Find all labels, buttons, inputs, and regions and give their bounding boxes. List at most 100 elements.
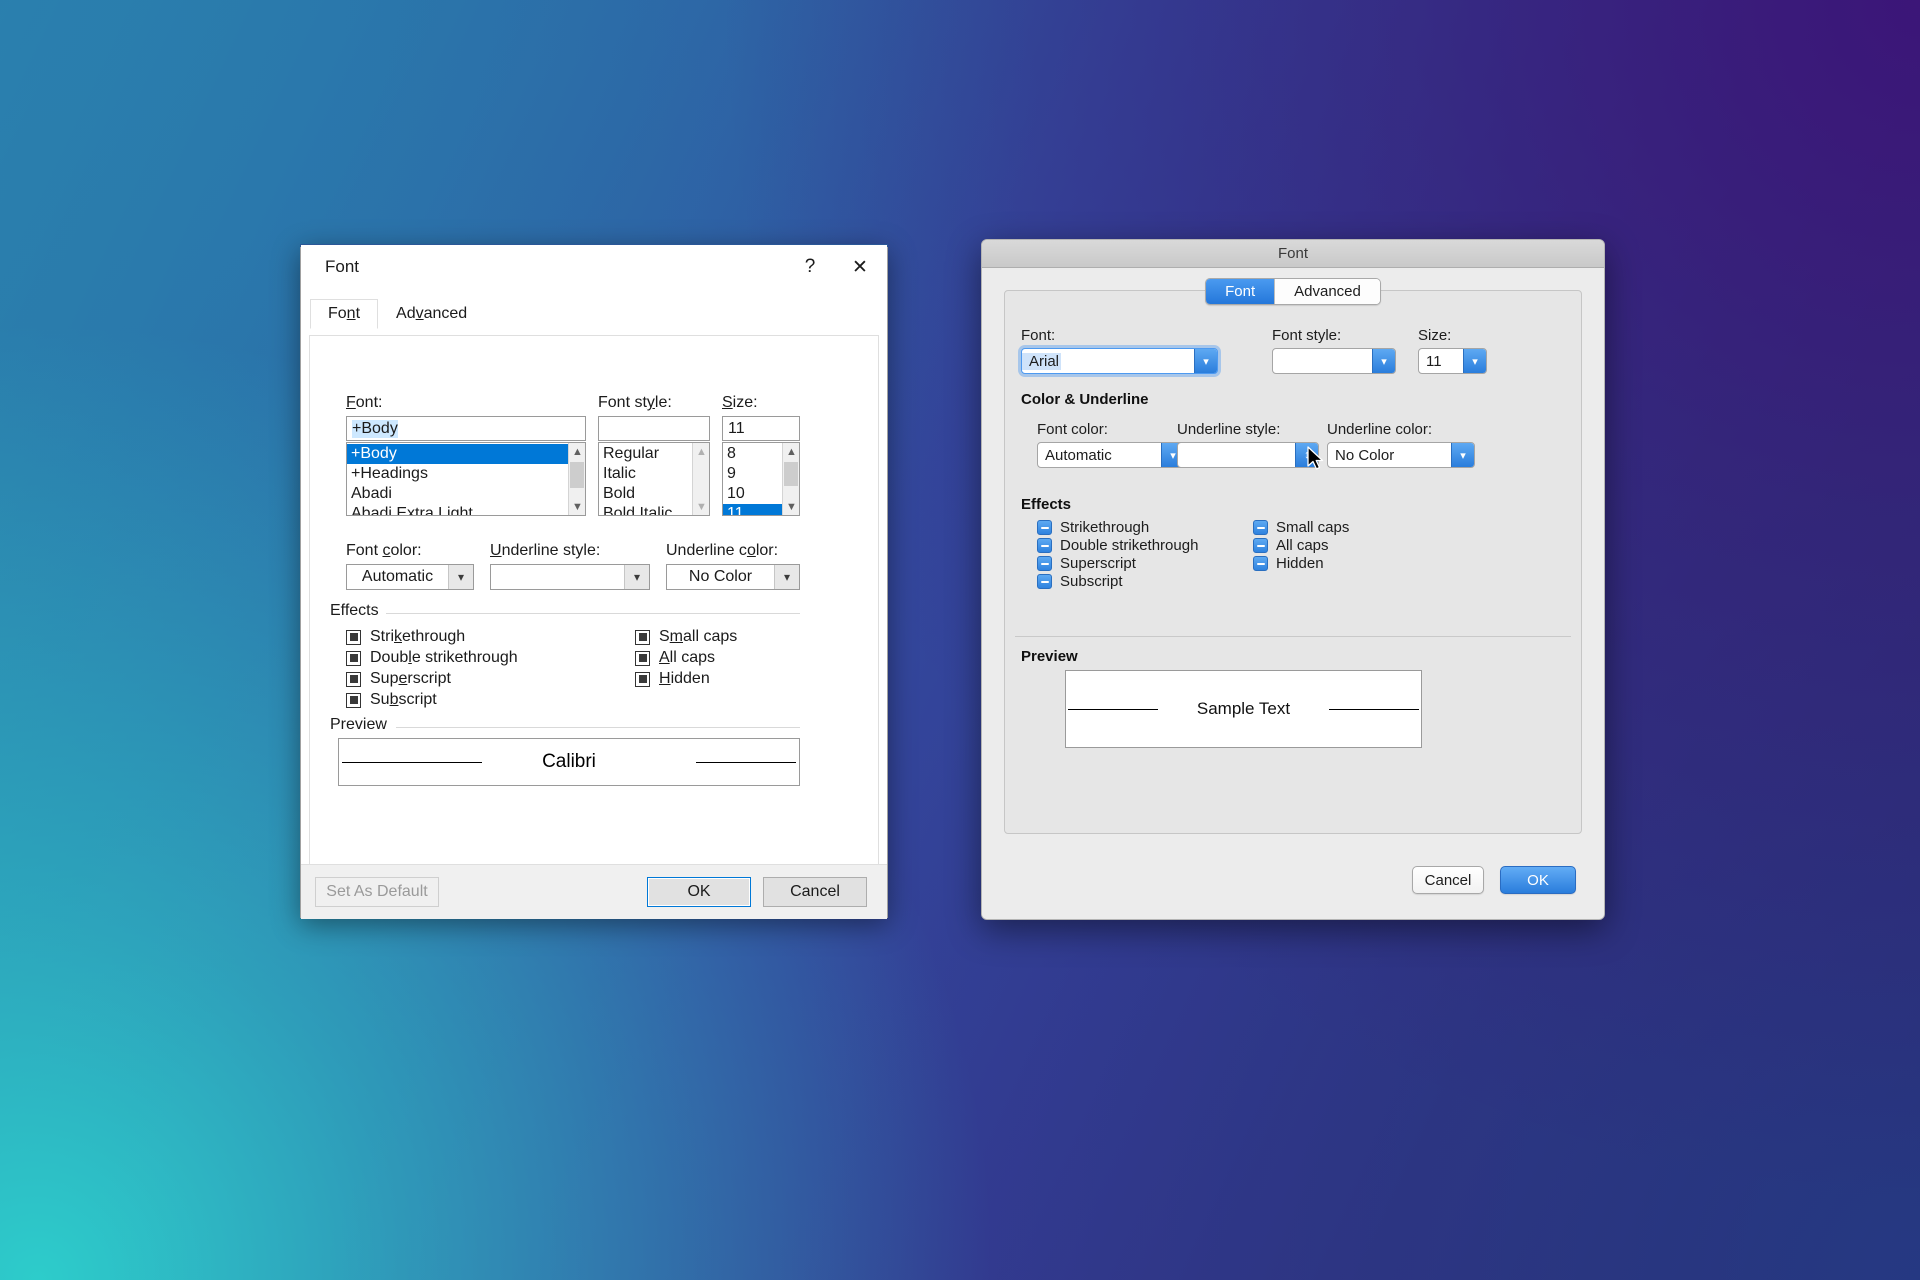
font-style-combo[interactable]: ▾ — [1272, 348, 1396, 374]
cancel-button[interactable]: Cancel — [1412, 866, 1484, 894]
checkbox-strikethrough[interactable]: Strikethrough — [346, 628, 465, 646]
checkbox-all-caps[interactable]: All caps — [1253, 537, 1329, 554]
scroll-up-icon[interactable]: ▲ — [693, 443, 709, 460]
set-as-default-button[interactable]: Set As Default — [315, 877, 439, 907]
scroll-down-icon[interactable]: ▼ — [569, 498, 585, 515]
tab-advanced[interactable]: Advanced — [378, 299, 485, 329]
checkbox-subscript[interactable]: Subscript — [1037, 573, 1123, 590]
tab-font[interactable]: Font — [1206, 279, 1275, 304]
checkbox-label: Double strikethrough — [1060, 537, 1199, 554]
font-combo[interactable]: Arial ▾ — [1021, 348, 1218, 374]
underline-style-combo[interactable]: ▾ — [490, 564, 650, 590]
mac-tabstrip: Font Advanced — [982, 278, 1604, 305]
preview-text: Sample Text — [1196, 699, 1291, 718]
font-style-label: Font style: — [598, 394, 672, 411]
underline-color-value: No Color — [688, 568, 753, 585]
preview-group-rule — [396, 727, 800, 728]
underline-style-combo[interactable]: ↕ — [1177, 442, 1319, 468]
chevron-down-icon[interactable]: ▾ — [1463, 349, 1486, 373]
close-icon[interactable]: ✕ — [833, 245, 887, 289]
font-color-combo[interactable]: Automatic ▾ — [1037, 442, 1185, 468]
font-list-scrollbar[interactable]: ▲ ▼ — [568, 443, 585, 515]
underline-style-label: Underline style: — [490, 542, 601, 559]
font-style-listbox[interactable]: Regular Italic Bold Bold Italic ▲ ▼ — [598, 442, 710, 516]
size-combo[interactable]: 11 ▾ — [1418, 348, 1487, 374]
font-label: Font: — [1021, 327, 1056, 344]
list-item[interactable]: Italic — [599, 464, 692, 484]
font-input[interactable]: +Body — [346, 416, 586, 441]
list-item[interactable]: Bold Italic — [599, 504, 692, 515]
size-listbox[interactable]: 8 9 10 11 12 ▲ ▼ — [722, 442, 800, 516]
underline-color-combo[interactable]: No Color ▾ — [666, 564, 800, 590]
checkbox-superscript[interactable]: Superscript — [346, 670, 451, 688]
list-item[interactable]: Abadi — [347, 484, 568, 504]
checkbox-label: Subscript — [370, 691, 437, 708]
stepper-up-down-icon[interactable]: ↕ — [1295, 443, 1318, 467]
underline-color-label: Underline color: — [1327, 421, 1433, 438]
font-style-list-scrollbar[interactable]: ▲ ▼ — [692, 443, 709, 515]
cancel-button[interactable]: Cancel — [763, 877, 867, 907]
font-style-input[interactable] — [598, 416, 710, 441]
checkbox-mixed-icon — [1037, 574, 1052, 589]
scroll-up-icon[interactable]: ▲ — [569, 443, 585, 460]
chevron-down-icon[interactable]: ▾ — [1372, 349, 1395, 373]
checkbox-hidden[interactable]: Hidden — [635, 670, 710, 688]
scrollbar-thumb[interactable] — [570, 462, 584, 488]
windows-tab-panel: Font: +Body +Body +Headings Abadi Abadi … — [309, 335, 879, 877]
checkbox-label: Small caps — [659, 628, 738, 645]
list-item[interactable]: 9 — [723, 464, 782, 484]
checkbox-label: Strikethrough — [370, 628, 466, 645]
checkbox-all-caps[interactable]: All caps — [635, 649, 715, 667]
checkbox-subscript[interactable]: Subscript — [346, 691, 437, 709]
checkbox-label: Double strikethrough — [370, 649, 518, 666]
question-mark-icon[interactable]: ? — [787, 245, 833, 289]
scroll-down-icon[interactable]: ▼ — [693, 498, 709, 515]
list-item[interactable]: Regular — [599, 444, 692, 464]
list-item[interactable]: Abadi Extra Light — [347, 504, 568, 515]
chevron-down-icon[interactable]: ▾ — [1451, 443, 1474, 467]
preview-group-title: Preview — [330, 716, 394, 734]
ok-button[interactable]: OK — [647, 877, 751, 907]
scrollbar-thumb[interactable] — [784, 462, 798, 486]
tab-advanced[interactable]: Advanced — [1274, 279, 1380, 304]
checkbox-double-strikethrough[interactable]: Double strikethrough — [1037, 537, 1198, 554]
ok-button[interactable]: OK — [1500, 866, 1576, 894]
size-input[interactable]: 11 — [722, 416, 800, 441]
windows-titlebar[interactable]: Font ? ✕ — [301, 245, 887, 289]
checkbox-superscript[interactable]: Superscript — [1037, 555, 1136, 572]
windows-dialog-title: Font — [325, 257, 360, 276]
font-color-combo[interactable]: Automatic ▾ — [346, 564, 474, 590]
list-item[interactable]: 10 — [723, 484, 782, 504]
chevron-down-icon[interactable]: ▾ — [774, 565, 799, 589]
list-item[interactable]: 11 — [723, 504, 782, 515]
font-listbox[interactable]: +Body +Headings Abadi Abadi Extra Light … — [346, 442, 586, 516]
font-label: Font: — [346, 394, 383, 411]
effects-group-title: Effects — [330, 602, 386, 620]
list-item[interactable]: +Body — [347, 444, 568, 464]
font-color-label: Font color: — [346, 542, 422, 559]
chevron-down-icon[interactable]: ▾ — [448, 565, 473, 589]
checkbox-double-strikethrough[interactable]: Double strikethrough — [346, 649, 518, 667]
size-list-scrollbar[interactable]: ▲ ▼ — [782, 443, 799, 515]
windows-dialog-footer: Set As Default OK Cancel — [301, 864, 887, 919]
list-item[interactable]: 8 — [723, 444, 782, 464]
tab-font[interactable]: Font — [310, 299, 379, 329]
effects-group: Effects — [330, 602, 800, 622]
checkbox-small-caps[interactable]: Small caps — [635, 628, 737, 646]
checkbox-hidden[interactable]: Hidden — [1253, 555, 1324, 572]
checkbox-mixed-icon — [1037, 556, 1052, 571]
checkbox-strikethrough[interactable]: Strikethrough — [1037, 519, 1149, 536]
list-item[interactable]: Bold — [599, 484, 692, 504]
mac-titlebar[interactable]: Font — [982, 240, 1604, 268]
checkbox-label: Strikethrough — [1060, 519, 1150, 536]
list-item[interactable]: +Headings — [347, 464, 568, 484]
chevron-down-icon[interactable]: ▾ — [624, 565, 649, 589]
underline-color-combo[interactable]: No Color ▾ — [1327, 442, 1475, 468]
mac-dialog-body: Font Advanced Font: Arial ▾ Font style: … — [982, 268, 1604, 919]
underline-color-value: No Color — [1335, 446, 1395, 464]
chevron-down-icon[interactable]: ▾ — [1194, 349, 1217, 373]
scroll-down-icon[interactable]: ▼ — [783, 498, 799, 515]
size-label: Size: — [1418, 327, 1452, 344]
scroll-up-icon[interactable]: ▲ — [783, 443, 799, 460]
checkbox-small-caps[interactable]: Small caps — [1253, 519, 1349, 536]
